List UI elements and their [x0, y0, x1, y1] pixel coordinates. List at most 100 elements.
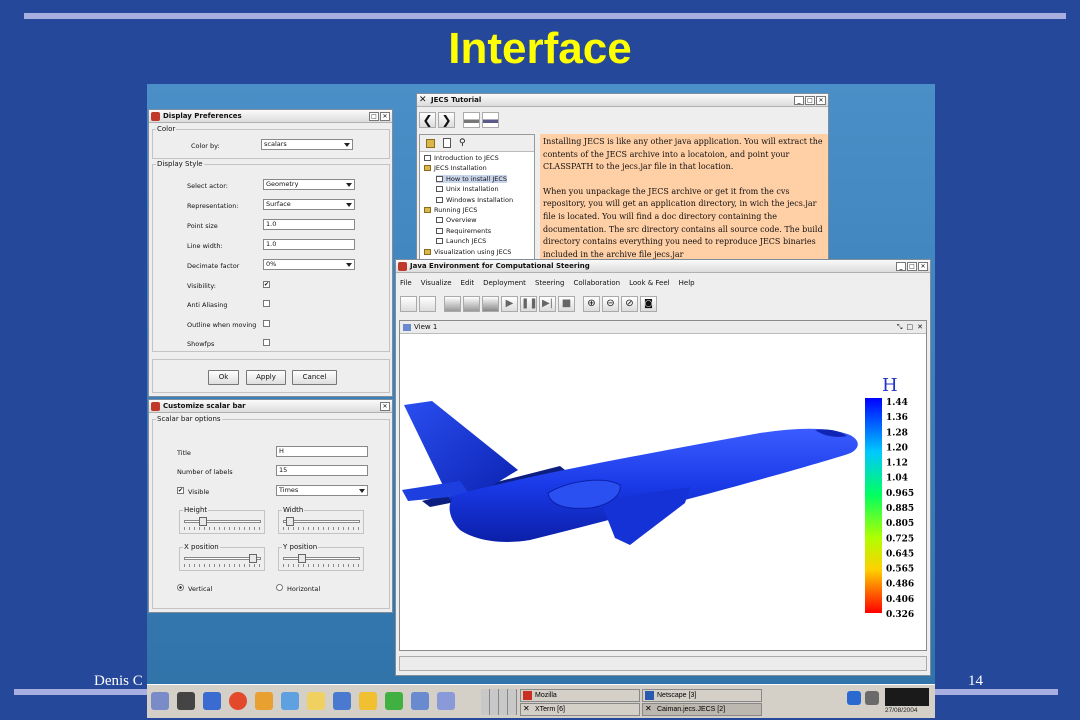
minimize-icon[interactable]: _ [896, 261, 906, 271]
connect-icon[interactable] [463, 296, 480, 312]
minimize-icon[interactable]: _ [794, 95, 804, 105]
apply-button[interactable]: Apply [246, 370, 286, 385]
forward-arrow-icon[interactable]: ❯ [438, 112, 455, 128]
search-icon[interactable]: ⚲ [459, 138, 466, 148]
menu-edit[interactable]: Edit [461, 279, 475, 287]
maximize-icon[interactable]: □ [369, 111, 379, 121]
desktop-pager-icon[interactable] [481, 689, 517, 715]
editor-icon[interactable] [307, 692, 325, 710]
zoom-out-icon[interactable]: ⊖ [602, 296, 619, 312]
height-slider-thumb[interactable] [199, 517, 207, 526]
visible-checkbox[interactable]: ✔ [177, 487, 184, 494]
toc-tab-icon[interactable] [426, 138, 435, 148]
toc-item[interactable]: Running JECS [424, 206, 477, 214]
menu-deployment[interactable]: Deployment [483, 279, 526, 287]
view-1-titlebar[interactable]: View 1 ⤡ □ ✕ [400, 321, 926, 334]
toc-item[interactable]: Windows Installation [436, 196, 513, 204]
new-document-icon[interactable] [400, 296, 417, 312]
tools-icon[interactable] [437, 692, 455, 710]
task-xterm[interactable]: ✕ XTerm [6] [520, 703, 640, 716]
menu-steering[interactable]: Steering [535, 279, 565, 287]
kde-menu-icon[interactable] [151, 692, 169, 710]
window-list-icon[interactable] [203, 692, 221, 710]
display-preferences-titlebar[interactable]: Display Preferences □ ✕ [149, 110, 392, 123]
airplane-render[interactable]: H 1.44 1.36 1.28 1.20 1.12 1.04 0.965 0.885 0.80… [400, 335, 926, 651]
toc-item[interactable]: Requirements [436, 227, 491, 235]
toc-item[interactable]: Visualization using JECS [424, 248, 511, 256]
horizontal-radio[interactable] [276, 584, 283, 591]
clock-icon[interactable] [885, 688, 929, 706]
task-mozilla[interactable]: Mozilla [520, 689, 640, 702]
disconnect-icon[interactable] [444, 296, 461, 312]
showfps-checkbox[interactable] [263, 339, 270, 346]
page-setup-icon[interactable] [482, 112, 499, 128]
back-arrow-icon[interactable]: ❮ [419, 112, 436, 128]
save-icon[interactable] [419, 296, 436, 312]
jecs-titlebar[interactable]: Java Environment for Computational Steer… [396, 260, 930, 273]
menu-collaboration[interactable]: Collaboration [573, 279, 620, 287]
toc-item[interactable]: Unix Installation [436, 185, 499, 193]
close-icon[interactable]: ✕ [816, 95, 826, 105]
help-icon[interactable] [229, 692, 247, 710]
step-icon[interactable]: ▶| [539, 296, 556, 312]
monitor-icon[interactable] [865, 691, 879, 705]
close-icon[interactable]: ✕ [380, 401, 390, 411]
select-actor-select[interactable]: Geometry [263, 179, 355, 190]
scalar-bar-titlebar[interactable]: Customize scalar bar ✕ [149, 400, 392, 413]
stop-icon[interactable]: ■ [558, 296, 575, 312]
chat-icon[interactable] [385, 692, 403, 710]
anti-aliasing-checkbox[interactable] [263, 300, 270, 307]
outline-checkbox[interactable] [263, 320, 270, 327]
num-labels-field[interactable]: 15 [276, 465, 368, 476]
close-icon[interactable]: ✕ [917, 323, 923, 331]
y-position-slider-thumb[interactable] [298, 554, 306, 563]
print-icon[interactable] [463, 112, 480, 128]
pause-icon[interactable]: ❚❚ [520, 296, 538, 312]
mail-icon[interactable] [281, 692, 299, 710]
maximize-icon[interactable]: □ [805, 95, 815, 105]
terminal-icon[interactable] [177, 692, 195, 710]
tutorial-titlebar[interactable]: ✕ JECS Tutorial _ □ ✕ [417, 94, 828, 107]
representation-select[interactable]: Surface [263, 199, 355, 210]
browser-icon[interactable] [333, 692, 351, 710]
menu-file[interactable]: File [400, 279, 412, 287]
toc-item[interactable]: JECS Installation [424, 164, 487, 172]
toc-item[interactable]: Launch JECS [436, 237, 486, 245]
height-slider-track[interactable] [184, 520, 261, 523]
color-by-select[interactable]: scalars [261, 139, 353, 150]
title-field[interactable]: H [276, 446, 368, 457]
zoom-in-icon[interactable]: ⊕ [583, 296, 600, 312]
width-slider-track[interactable] [283, 520, 360, 523]
x-position-slider-thumb[interactable] [249, 554, 257, 563]
camera-icon[interactable]: ◙ [640, 296, 657, 312]
play-icon[interactable]: ▶ [501, 296, 518, 312]
toc-item[interactable]: How to install JECS [436, 174, 508, 183]
index-tab-icon[interactable] [443, 138, 451, 148]
y-position-slider-track[interactable] [283, 557, 360, 560]
computer-icon[interactable] [482, 296, 499, 312]
settings-icon[interactable] [411, 692, 429, 710]
network-icon[interactable] [847, 691, 861, 705]
task-caiman[interactable]: ✕ Caiman.jecs.JECS [2] [642, 703, 762, 716]
maximize-icon[interactable]: □ [907, 261, 917, 271]
home-icon[interactable] [255, 692, 273, 710]
menu-help[interactable]: Help [679, 279, 695, 287]
visibility-checkbox[interactable]: ✔ [263, 281, 270, 288]
restore-icon[interactable]: ⤡ [897, 323, 903, 332]
cancel-button[interactable]: Cancel [292, 370, 337, 385]
decimate-select[interactable]: 0% [263, 259, 355, 270]
point-size-field[interactable]: 1.0 [263, 219, 355, 230]
ok-button[interactable]: Ok [208, 370, 239, 385]
font-select[interactable]: Times [276, 485, 368, 496]
notes-icon[interactable] [359, 692, 377, 710]
menu-look-feel[interactable]: Look & Feel [629, 279, 670, 287]
vertical-radio[interactable] [177, 584, 184, 591]
task-netscape[interactable]: Netscape [3] [642, 689, 762, 702]
line-width-field[interactable]: 1.0 [263, 239, 355, 250]
close-icon[interactable]: ✕ [918, 261, 928, 271]
close-icon[interactable]: ✕ [380, 111, 390, 121]
toc-item[interactable]: Overview [436, 216, 477, 224]
toc-item[interactable]: Introduction to JECS [424, 154, 499, 162]
maximize-icon[interactable]: □ [907, 323, 914, 331]
width-slider-thumb[interactable] [286, 517, 294, 526]
